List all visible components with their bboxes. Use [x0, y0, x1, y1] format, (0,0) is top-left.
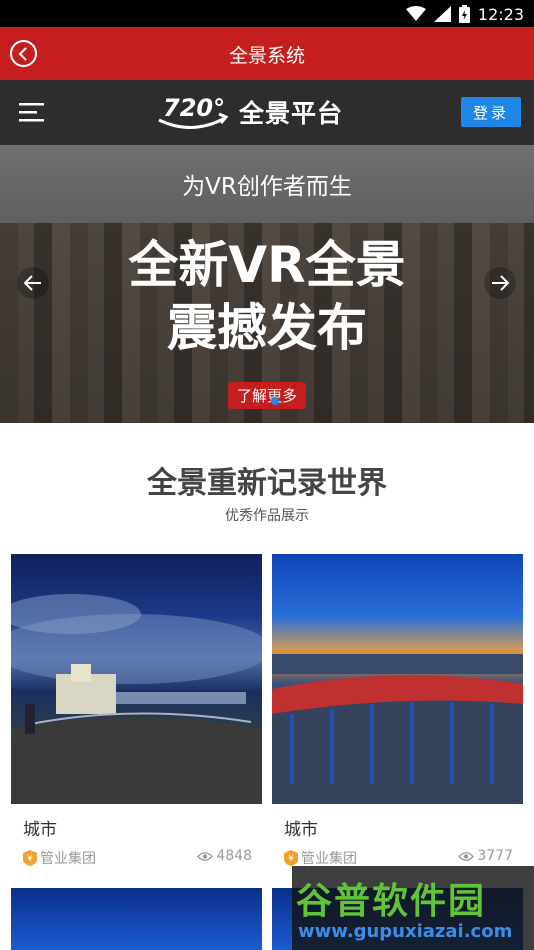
view-count: 3777	[458, 848, 513, 864]
view-count: 4848	[197, 848, 252, 864]
author-name: 管业集团	[301, 851, 357, 867]
work-card[interactable]: 城市 ¥ 管业集团 4848	[11, 554, 262, 874]
work-card[interactable]: 城市 ¥ 管业集团 3777	[272, 554, 523, 874]
signal-icon	[433, 6, 451, 22]
logo: 720° 全景平台	[155, 90, 343, 134]
page-title: 全景系统	[228, 45, 305, 67]
banner-carousel[interactable]: 为VR创作者而生 全新VR全景 震撼发布 了解更多	[0, 145, 534, 423]
eye-icon	[197, 851, 214, 861]
work-meta: ¥ 管业集团 4848	[23, 848, 252, 868]
logo-badge: 720°	[163, 94, 225, 122]
section-title: 全景重新记录世界	[147, 466, 387, 501]
work-thumbnail	[11, 554, 262, 804]
panorama-night-image	[11, 594, 262, 804]
author-badge-icon: ¥	[284, 850, 298, 866]
work-meta: ¥ 管业集团 3777	[284, 848, 513, 868]
section-subtitle: 优秀作品展示	[225, 508, 309, 524]
banner-headline-2: 震撼发布	[167, 299, 367, 357]
view-count-value: 4848	[216, 848, 252, 864]
svg-text:¥: ¥	[27, 854, 33, 864]
banner-headline-1: 全新VR全景	[128, 236, 406, 294]
carousel-next-button[interactable]	[484, 267, 516, 299]
work-card-partial[interactable]	[11, 888, 262, 950]
login-button[interactable]: 登录	[461, 97, 521, 127]
status-bar: 12:23	[0, 0, 534, 27]
wifi-icon	[405, 6, 426, 21]
watermark-url: www.gupuxiazai.com	[298, 921, 513, 942]
logo-text: 全景平台	[239, 99, 344, 128]
author-badge-icon: ¥	[23, 850, 37, 866]
learn-more-button[interactable]: 了解更多	[228, 382, 306, 409]
arrow-left-icon	[24, 275, 41, 291]
view-count-value: 3777	[477, 848, 513, 864]
nav-bar: 720° 全景平台 登录	[0, 80, 534, 145]
eye-icon	[458, 851, 475, 861]
work-author[interactable]: ¥ 管业集团	[23, 848, 96, 868]
work-name: 城市	[284, 820, 318, 840]
logo-720-icon: 720°	[158, 94, 229, 130]
watermark-title: 谷普软件园	[296, 881, 487, 922]
battery-icon	[458, 5, 470, 23]
hamburger-icon	[19, 103, 44, 122]
work-thumbnail	[272, 554, 523, 804]
author-name: 管业集团	[40, 851, 96, 867]
title-bar: 全景系统	[0, 27, 534, 80]
panorama-harbor-image	[272, 649, 523, 804]
svg-text:¥: ¥	[288, 854, 294, 864]
work-name: 城市	[23, 820, 57, 840]
work-author[interactable]: ¥ 管业集团	[284, 848, 357, 868]
menu-button[interactable]	[19, 100, 46, 124]
status-time: 12:23	[477, 4, 524, 24]
status-icons: 12:23	[405, 3, 524, 25]
arrow-right-icon	[492, 275, 509, 291]
carousel-indicator	[271, 397, 279, 405]
watermark: 谷普软件园 www.gupuxiazai.com	[292, 866, 534, 950]
carousel-prev-button[interactable]	[17, 267, 49, 299]
banner-subtitle: 为VR创作者而生	[182, 174, 352, 200]
